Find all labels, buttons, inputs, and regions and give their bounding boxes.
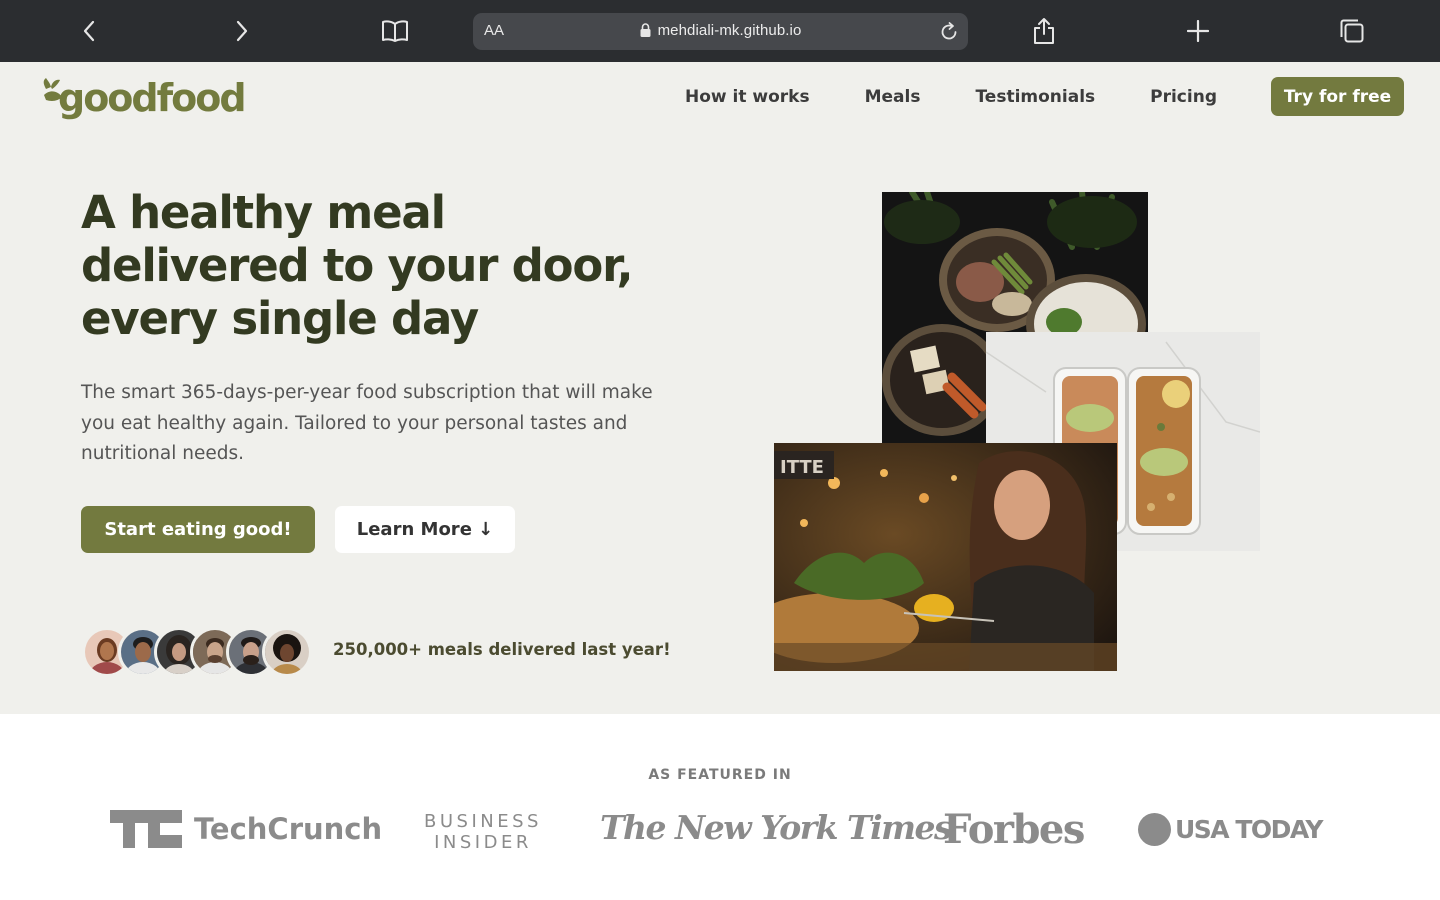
nav-meals[interactable]: Meals	[865, 87, 921, 107]
avatar	[262, 627, 312, 677]
customer-avatars	[82, 627, 322, 677]
hero-headline: A healthy meal delivered to your door, e…	[81, 186, 634, 345]
new-tab-icon[interactable]	[1181, 14, 1215, 48]
try-for-free-button[interactable]: Try for free	[1271, 77, 1404, 116]
featured-section: AS FEATURED IN TechCrunch BUSINESS INSID…	[0, 714, 1440, 900]
browser-toolbar: AA mehdiali-mk.github.io	[0, 0, 1440, 62]
meals-delivered-text: 250,000+ meals delivered last year!	[333, 640, 671, 659]
share-icon[interactable]	[1027, 14, 1061, 48]
usa-today-logo: USA TODAY	[1138, 813, 1323, 846]
start-eating-button[interactable]: Start eating good!	[81, 506, 315, 553]
main-navigation: How it works Meals Testimonials Pricing …	[685, 77, 1404, 116]
nyt-logo: The New York Times	[600, 808, 953, 847]
svg-text:ITTE: ITTE	[780, 457, 824, 478]
business-insider-logo: BUSINESS INSIDER	[424, 811, 542, 853]
nav-pricing[interactable]: Pricing	[1150, 87, 1217, 107]
learn-more-button[interactable]: Learn More ↓	[335, 506, 515, 553]
back-icon[interactable]	[72, 14, 106, 48]
techcrunch-logo: TechCrunch	[110, 810, 382, 848]
site-logo[interactable]: goodfood	[40, 72, 247, 124]
hero-description: The smart 365-days-per-year food subscri…	[81, 382, 653, 464]
hero-photo-woman-eating: ITTE	[774, 443, 1117, 671]
url-text: mehdiali-mk.github.io	[657, 22, 802, 39]
reload-icon[interactable]	[936, 19, 962, 45]
hero-section: goodfood How it works Meals Testimonials…	[0, 62, 1440, 714]
nav-testimonials[interactable]: Testimonials	[975, 87, 1095, 107]
logo-text: goodfood	[58, 76, 247, 120]
tc-mark-icon	[110, 810, 182, 848]
lock-icon	[640, 23, 651, 41]
tabs-overview-icon[interactable]	[1335, 14, 1369, 48]
forbes-logo: Forbes	[943, 806, 1085, 853]
bookmarks-icon[interactable]	[378, 14, 412, 48]
nav-how-it-works[interactable]: How it works	[685, 87, 810, 107]
featured-title: AS FEATURED IN	[648, 767, 792, 783]
forward-icon[interactable]	[225, 14, 259, 48]
address-bar[interactable]: AA mehdiali-mk.github.io	[473, 13, 968, 50]
usa-today-dot-icon	[1138, 813, 1171, 846]
